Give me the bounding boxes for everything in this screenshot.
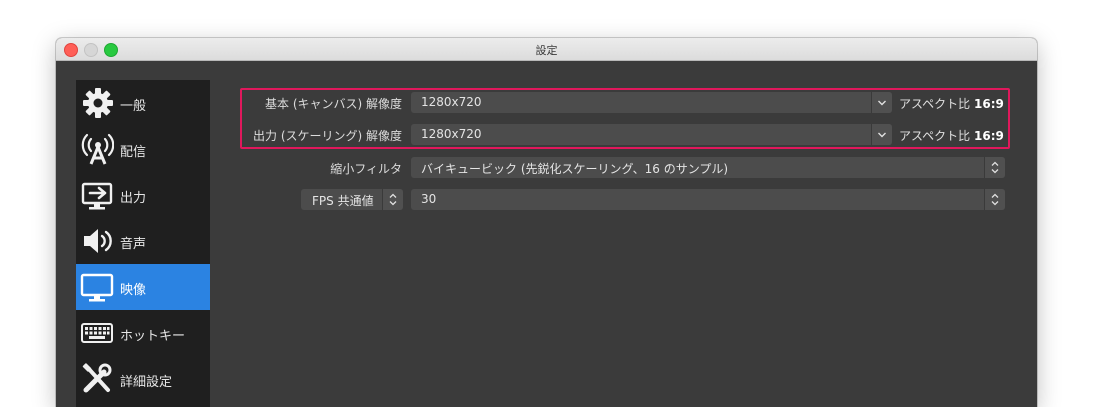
up-down-chevron-icon xyxy=(389,193,397,206)
base-resolution-value: 1280x720 xyxy=(421,95,482,109)
broadcast-antenna-icon xyxy=(81,133,114,165)
sidebar-item-audio[interactable]: 音声 xyxy=(76,218,210,264)
select-stepper-button[interactable] xyxy=(382,189,403,210)
keyboard-icon xyxy=(81,323,113,343)
output-resolution-label: 出力 (スケーリング) 解像度 xyxy=(253,129,402,143)
fps-type-select[interactable]: FPS 共通値 xyxy=(301,189,403,210)
sidebar-item-label: 配信 xyxy=(120,145,147,160)
sidebar-item-stream[interactable]: 配信 xyxy=(76,126,210,172)
sidebar-item-label: ホットキー xyxy=(120,329,186,344)
select-stepper-button[interactable] xyxy=(984,157,1005,178)
downscale-filter-value: バイキュービック (先鋭化スケーリング、16 のサンプル) xyxy=(421,162,729,176)
chevron-down-icon xyxy=(878,100,886,106)
up-down-chevron-icon xyxy=(991,193,999,206)
dropdown-button[interactable] xyxy=(871,92,892,113)
select-stepper-button[interactable] xyxy=(984,189,1005,210)
up-down-chevron-icon xyxy=(991,161,999,174)
downscale-filter-select[interactable]: バイキュービック (先鋭化スケーリング、16 のサンプル) xyxy=(411,157,1005,178)
sidebar-item-general[interactable]: 一般 xyxy=(76,80,210,126)
output-aspect-ratio: アスペクト比 16:9 xyxy=(899,129,1004,143)
fps-type-value: FPS 共通値 xyxy=(312,194,374,208)
fps-value: 30 xyxy=(421,192,437,206)
sidebar-item-video[interactable]: 映像 xyxy=(76,264,210,310)
downscale-filter-label: 縮小フィルタ xyxy=(330,162,402,176)
speaker-icon xyxy=(84,229,112,253)
output-monitor-icon xyxy=(81,182,113,210)
sidebar-item-label: 映像 xyxy=(120,283,147,298)
base-aspect-ratio: アスペクト比 16:9 xyxy=(899,97,1004,111)
sidebar-item-hotkeys[interactable]: ホットキー xyxy=(76,310,210,356)
output-resolution-value: 1280x720 xyxy=(421,127,482,141)
output-resolution-combo[interactable]: 1280x720 xyxy=(411,124,892,145)
fps-value-select[interactable]: 30 xyxy=(411,189,1005,210)
sidebar-item-label: 詳細設定 xyxy=(120,375,173,390)
sidebar-item-output[interactable]: 出力 xyxy=(76,172,210,218)
window-title: 設定 xyxy=(535,44,558,57)
base-resolution-combo[interactable]: 1280x720 xyxy=(411,92,892,113)
monitor-icon xyxy=(80,273,114,302)
sidebar-item-label: 音声 xyxy=(120,237,147,252)
settings-sidebar: 一般 配信 出力 音声 映像 ホットキー 詳細設定 xyxy=(76,80,210,407)
sidebar-item-advanced[interactable]: 詳細設定 xyxy=(76,356,210,402)
chevron-down-icon xyxy=(878,132,886,138)
title-bar: 設定 xyxy=(56,38,1037,61)
tools-icon xyxy=(82,363,112,393)
sidebar-item-label: 出力 xyxy=(120,191,147,206)
dropdown-button[interactable] xyxy=(871,124,892,145)
sidebar-item-label: 一般 xyxy=(120,99,147,114)
gear-icon xyxy=(83,88,113,118)
settings-window: 設定 一般 配信 出力 音声 映像 ホットキー 詳細設定 基本 (キャンバス) … xyxy=(56,38,1037,407)
base-resolution-label: 基本 (キャンバス) 解像度 xyxy=(265,97,402,111)
